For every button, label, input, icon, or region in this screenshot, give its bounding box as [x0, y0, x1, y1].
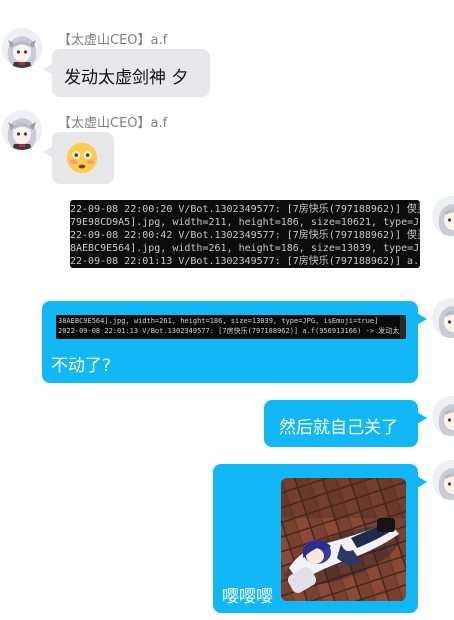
bubble-tail [43, 63, 53, 75]
console-line: 22-09-08 22:01:13 V/Bot.1302349577: [7房快… [70, 256, 420, 267]
my-avatar[interactable] [432, 196, 454, 236]
image-caption: 嘤嘤嘤 [222, 587, 273, 607]
console-line: 8AEBC9E564].jpg, width=261, height=186, … [70, 243, 420, 254]
console-line: 22-09-08 22:00:20 V/Bot.1302349577: [7房快… [70, 204, 420, 215]
console-line: 2022-09-08 22:01:13 V/Bot.1302349577: [7… [58, 327, 406, 335]
bubble-tail [417, 476, 427, 488]
anime-figure-on-bricks-illustration [281, 478, 406, 601]
message-text: 发动太虚剑神 夕 [64, 68, 189, 88]
sender-name: 【太虚山CEO】a.f [58, 33, 168, 48]
flushed-face-icon [66, 142, 98, 174]
message-text: 然后就自己关了 [279, 418, 398, 438]
outgoing-message-bubble[interactable]: 然后就自己关了 [264, 400, 427, 447]
console-screenshot-image[interactable]: 22-09-08 22:00:20 V/Bot.1302349577: [7房快… [70, 200, 420, 268]
console-screenshot-image[interactable]: 38AEBC9E564].jpg, width=261, height=186,… [56, 315, 406, 339]
bubble-tail [417, 313, 427, 325]
incoming-emoji-bubble[interactable] [43, 132, 114, 184]
avatar-image [435, 298, 454, 338]
sender-avatar[interactable] [2, 28, 42, 68]
avatar-image [435, 396, 454, 436]
avatar-image [2, 28, 42, 68]
console-line: 79E98CD9A5].jpg, width=211, height=186, … [70, 217, 420, 228]
console-line: 22-09-08 22:00:42 V/Bot.1302349577: [7房快… [70, 230, 420, 241]
my-avatar[interactable] [432, 298, 454, 338]
my-avatar[interactable] [432, 396, 454, 436]
avatar-image [2, 110, 42, 150]
photo-image[interactable] [281, 478, 406, 601]
message-text: 不动了? [51, 356, 112, 376]
bubble-tail [417, 412, 427, 424]
console-scrollbar [400, 315, 406, 339]
sender-name: 【太虚山CEO】a.f [58, 116, 168, 131]
avatar-image [435, 460, 454, 500]
incoming-message-bubble[interactable]: 发动太虚剑神 夕 [43, 49, 210, 97]
console-line: 38AEBC9E564].jpg, width=261, height=186,… [58, 317, 379, 325]
avatar-image [435, 196, 454, 236]
my-avatar[interactable] [432, 460, 454, 500]
sender-avatar[interactable] [2, 110, 42, 150]
bubble-tail [43, 146, 53, 158]
outgoing-message-bubble[interactable]: 不动了? [42, 301, 427, 383]
